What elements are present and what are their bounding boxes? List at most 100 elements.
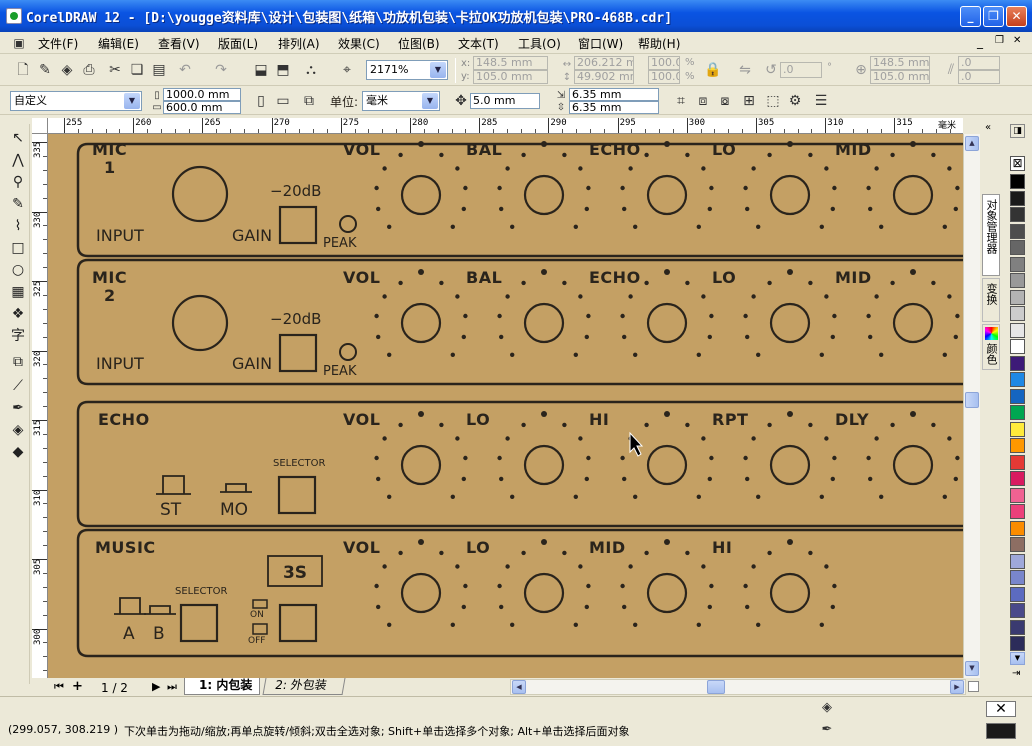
portrait-icon[interactable]: ▯: [252, 92, 270, 110]
duplicate-y-field[interactable]: 6.35 mm: [569, 101, 659, 114]
color-swatch[interactable]: [1010, 619, 1025, 635]
rectangle-tool-icon[interactable]: □: [8, 238, 28, 258]
horizontal-scrollbar[interactable]: ◀ ▶: [510, 679, 966, 695]
menu-view[interactable]: 查看(V): [158, 35, 200, 52]
skew-x-field[interactable]: .0: [958, 56, 1000, 70]
color-swatch[interactable]: [1010, 372, 1025, 387]
color-swatch[interactable]: [1010, 421, 1025, 437]
maximize-button[interactable]: ❐: [983, 6, 1004, 27]
docker-tab-transform[interactable]: 变换: [982, 278, 1000, 322]
docker-tab-color[interactable]: 颜色: [982, 324, 1000, 370]
navigator-button[interactable]: [968, 681, 979, 692]
cut-icon[interactable]: ✂: [106, 61, 124, 79]
dynamic-guides-icon[interactable]: ⊞: [740, 92, 758, 110]
color-swatch[interactable]: [1010, 273, 1025, 288]
smart-fill-icon[interactable]: ⌇: [8, 216, 28, 236]
ruler-origin[interactable]: [32, 118, 48, 134]
rotation-center-icon[interactable]: ⊕: [852, 61, 870, 79]
menu-window[interactable]: 窗口(W): [578, 35, 623, 52]
next-page-button[interactable]: ▶: [152, 680, 160, 693]
outline-indicator-black[interactable]: [986, 723, 1016, 739]
color-swatch[interactable]: [1010, 636, 1025, 651]
pick-tool-icon[interactable]: ↖: [8, 128, 28, 148]
doc-minimize-button[interactable]: _: [977, 35, 983, 49]
shape-tool-icon[interactable]: ⋀: [8, 150, 28, 170]
scroll-down-button[interactable]: ▼: [965, 661, 979, 676]
angle-field[interactable]: .0: [780, 62, 822, 78]
snap-guides-icon[interactable]: ⧈: [694, 92, 712, 110]
interactive-fill-icon[interactable]: ◆: [8, 442, 28, 462]
import-icon[interactable]: ⬓: [252, 61, 270, 79]
fill-tool-icon[interactable]: ◈: [8, 420, 28, 440]
minimize-button[interactable]: _: [960, 6, 981, 27]
zoom-tool-icon[interactable]: ⚲: [8, 172, 28, 192]
duplicate-x-field[interactable]: 6.35 mm: [569, 88, 659, 101]
zoom-tool-icon[interactable]: ⌖: [338, 61, 356, 79]
first-page-button[interactable]: ⏮: [54, 680, 64, 694]
page-tab-2[interactable]: 2: 外包装: [262, 678, 346, 695]
center-y-field[interactable]: 105.0 mm: [870, 70, 930, 84]
export-icon[interactable]: ⬒: [274, 61, 292, 79]
color-swatch[interactable]: [1010, 256, 1025, 272]
scale-y-field[interactable]: 100.0: [648, 70, 680, 84]
menu-file[interactable]: 文件(F): [38, 35, 78, 52]
title-bar[interactable]: CorelDRAW 12 - [D:\yougge资料库\设计\包装图\纸箱\功…: [0, 0, 1032, 32]
color-swatch[interactable]: [1010, 174, 1025, 189]
menu-edit[interactable]: 编辑(E): [98, 35, 139, 52]
options-icon[interactable]: ⚙: [786, 92, 804, 110]
docker-tab-object-manager[interactable]: 对象管理器: [982, 194, 1000, 276]
doc-restore-button[interactable]: ❐: [995, 35, 1004, 46]
drawing-canvas[interactable]: 3S MIC 1 INPUT GAIN −20dB PEAK MIC 2 INP…: [48, 134, 963, 678]
paper-type-select[interactable]: 自定义 ▼: [10, 91, 142, 111]
color-swatch[interactable]: [1010, 504, 1025, 519]
align-icon[interactable]: ☰: [812, 92, 830, 110]
color-swatch[interactable]: [1010, 223, 1025, 239]
color-swatch[interactable]: [1010, 553, 1025, 569]
launcher-icon[interactable]: ⛬: [302, 61, 320, 79]
scale-x-field[interactable]: 100.0: [648, 56, 680, 70]
copy-icon[interactable]: ❏: [128, 61, 146, 79]
y-position-field[interactable]: 105.0 mm: [473, 70, 548, 84]
menu-help[interactable]: 帮助(H): [638, 35, 680, 52]
outline-tool-icon[interactable]: ✒: [8, 398, 28, 418]
color-swatch[interactable]: [1010, 339, 1025, 354]
center-x-field[interactable]: 148.5 mm: [870, 56, 930, 70]
color-swatch[interactable]: [1010, 388, 1025, 404]
palette-menu-icon[interactable]: ◨: [1010, 124, 1025, 138]
paste-icon[interactable]: ▤: [150, 61, 168, 79]
color-swatch[interactable]: [1010, 520, 1025, 536]
color-swatch[interactable]: [1010, 603, 1025, 618]
color-swatch[interactable]: [1010, 355, 1025, 371]
rotate-icon[interactable]: ↺: [762, 61, 780, 79]
color-swatch[interactable]: [1010, 207, 1025, 222]
page-height-field[interactable]: 600.0 mm: [163, 101, 241, 114]
snap-grid-icon[interactable]: ⌗: [672, 92, 690, 110]
close-button[interactable]: ✕: [1006, 6, 1027, 27]
print-icon[interactable]: ⎙: [80, 61, 98, 79]
undo-icon[interactable]: ↶: [176, 61, 194, 79]
lock-ratio-icon[interactable]: 🔒: [704, 61, 722, 79]
color-swatch[interactable]: [1010, 438, 1025, 453]
page-width-field[interactable]: 1000.0 mm: [163, 88, 241, 101]
docker-collapse-icon[interactable]: «: [985, 122, 991, 133]
landscape-icon[interactable]: ▭: [274, 92, 292, 110]
graph-paper-icon[interactable]: ▦: [8, 282, 28, 302]
freehand-tool-icon[interactable]: ✎: [8, 194, 28, 214]
color-swatch[interactable]: [1010, 454, 1025, 470]
scroll-right-button[interactable]: ▶: [950, 680, 964, 694]
color-swatch[interactable]: [1010, 190, 1025, 206]
color-swatch[interactable]: [1010, 537, 1025, 552]
document-icon[interactable]: ▣: [10, 34, 28, 52]
open-icon[interactable]: ✎: [36, 61, 54, 79]
color-swatch[interactable]: [1010, 570, 1025, 585]
vertical-scrollbar[interactable]: ▲ ▼: [963, 134, 980, 678]
width-field[interactable]: 206.212 mm: [574, 56, 634, 70]
x-position-field[interactable]: 148.5 mm: [473, 56, 548, 70]
horizontal-scroll-thumb[interactable]: [707, 680, 725, 694]
doc-close-button[interactable]: ✕: [1013, 35, 1021, 46]
menu-tools[interactable]: 工具(O): [518, 35, 561, 52]
color-swatch[interactable]: [1010, 322, 1025, 338]
scroll-left-button[interactable]: ◀: [512, 680, 526, 694]
skew-y-field[interactable]: .0: [958, 70, 1000, 84]
height-field[interactable]: 49.902 mm: [574, 70, 634, 84]
